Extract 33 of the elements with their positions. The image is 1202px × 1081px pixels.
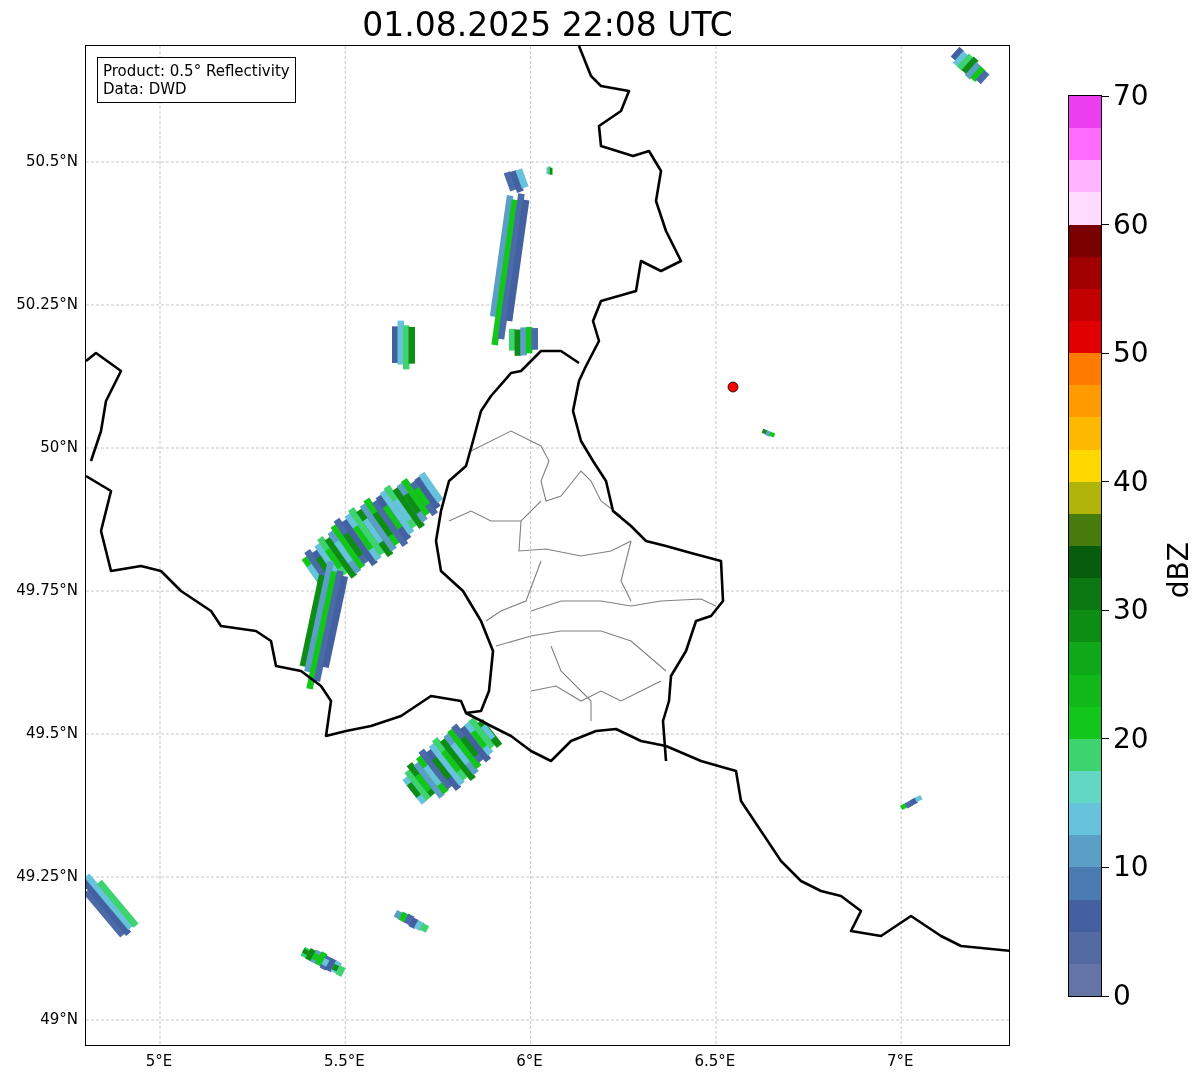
colorbar-tick-label: 10 (1113, 851, 1149, 884)
x-tick-label: 6.5°E (694, 1052, 736, 1070)
radar-echo (393, 909, 430, 933)
y-tick-label: 50.25°N (16, 295, 78, 313)
radar-echo (392, 320, 415, 370)
y-tick-label: 50°N (40, 438, 78, 456)
colorbar-tick-label: 60 (1113, 208, 1149, 241)
y-tick-label: 49.5°N (25, 724, 78, 742)
x-tick-label: 7°E (886, 1052, 914, 1070)
y-tick-label: 49°N (40, 1010, 78, 1028)
info-text: Product: 0.5° Reflectivity (103, 62, 290, 80)
radar-echo (300, 946, 346, 977)
radar-site-marker (727, 381, 739, 393)
radar-echo (546, 166, 553, 175)
x-tick-label: 6°E (516, 1052, 543, 1070)
plot-title: 01.08.2025 22:08 UTC (362, 5, 733, 45)
colorbar-tick-label: 20 (1113, 722, 1149, 755)
colorbar-label: dBZ (1162, 542, 1195, 599)
radar-echo (761, 428, 776, 438)
info-text: Data: DWD (103, 80, 188, 98)
x-tick-label: 5.5°E (323, 1052, 365, 1070)
colorbar-tick-label: 40 (1113, 465, 1149, 498)
y-tick-label: 50.5°N (25, 152, 78, 170)
radar-echo (899, 794, 923, 810)
colorbar-tick-label: 30 (1113, 594, 1149, 627)
colorbar-tick-label: 70 (1113, 80, 1149, 112)
radar-echo (86, 873, 139, 938)
x-tick-label: 5°E (145, 1052, 173, 1070)
colorbar-tick-label: 0 (1113, 980, 1131, 1012)
y-tick-label: 49.75°N (16, 581, 78, 599)
colorbar-tick-label: 50 (1113, 337, 1149, 370)
radar-echo (950, 46, 990, 85)
y-tick-label: 49.25°N (16, 867, 78, 885)
